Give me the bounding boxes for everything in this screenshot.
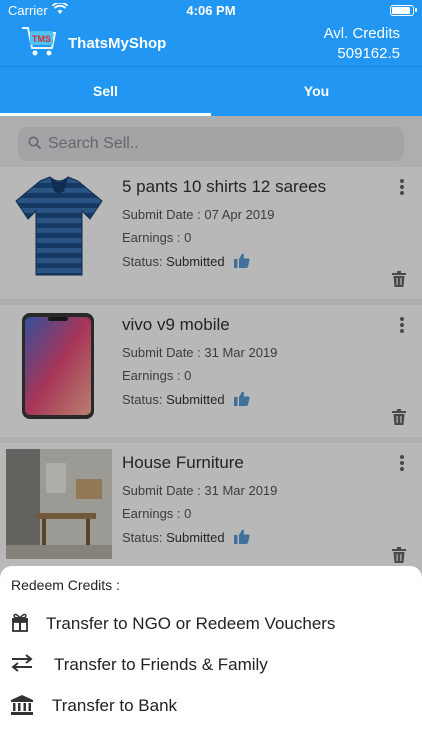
app-header: TMS ThatsMyShop Avl. Credits 509162.5	[0, 22, 422, 66]
option-transfer-ngo[interactable]: Transfer to NGO or Redeem Vouchers	[0, 606, 422, 644]
option-label: Transfer to NGO or Redeem Vouchers	[46, 614, 336, 633]
app-title: ThatsMyShop	[68, 35, 167, 52]
credits-display: Avl. Credits 509162.5	[324, 24, 400, 64]
option-label: Transfer to Bank	[52, 696, 178, 715]
redeem-credits-sheet: Redeem Credits : Transfer to NGO or Rede…	[0, 566, 422, 750]
app-logo: TMS	[20, 24, 58, 60]
status-bar: Carrier 4:06 PM	[0, 0, 422, 22]
battery-icon	[390, 5, 417, 16]
option-transfer-friends[interactable]: Transfer to Friends & Family	[0, 647, 422, 685]
credits-value: 509162.5	[337, 45, 400, 62]
bank-icon	[10, 694, 34, 721]
logo-text: TMS	[32, 34, 51, 44]
tab-sell[interactable]: Sell	[0, 67, 211, 117]
tab-bar: Sell You	[0, 66, 422, 116]
tab-you[interactable]: You	[211, 67, 422, 117]
sheet-title: Redeem Credits :	[11, 577, 120, 593]
credits-label: Avl. Credits	[323, 25, 400, 42]
transfer-arrows-icon	[10, 653, 34, 678]
gift-icon	[10, 612, 30, 637]
option-label: Transfer to Friends & Family	[54, 655, 268, 674]
clock: 4:06 PM	[186, 3, 236, 18]
option-transfer-bank[interactable]: Transfer to Bank	[0, 688, 422, 726]
